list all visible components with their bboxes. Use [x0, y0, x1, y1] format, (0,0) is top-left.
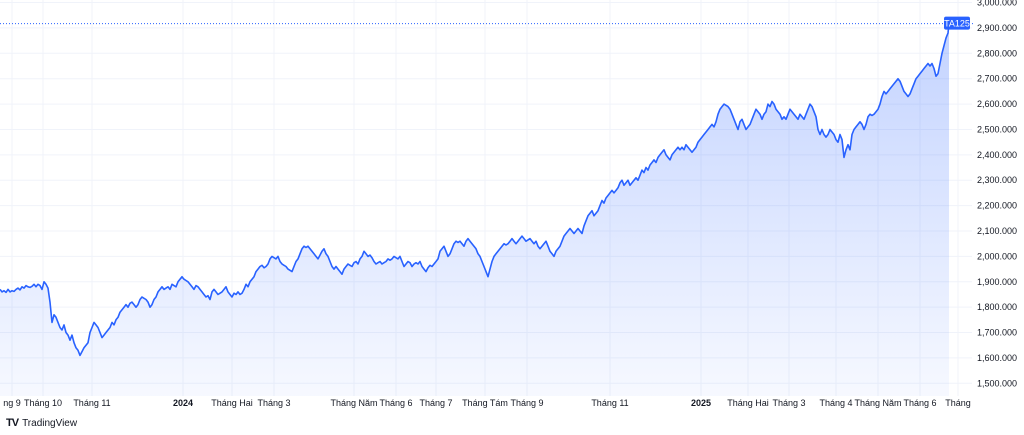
y-tick-label: 2,000.000 [977, 251, 1017, 261]
y-tick-label: 1,500.000 [977, 378, 1017, 388]
y-tick-label: 2,900.000 [977, 23, 1017, 33]
series-area [0, 23, 949, 396]
x-tick-label: Tháng 6 [903, 398, 936, 408]
y-tick-label: 1,800.000 [977, 302, 1017, 312]
y-tick-label: 2,100.000 [977, 226, 1017, 236]
tradingview-watermark[interactable]: TV TradingView [6, 417, 77, 429]
x-tick-label: Tháng Tám [462, 398, 508, 408]
x-tick-label: Tháng 7 [419, 398, 452, 408]
x-tick-label: Tháng 3 [257, 398, 290, 408]
y-tick-label: 2,800.000 [977, 48, 1017, 58]
y-tick-label: 2,700.000 [977, 74, 1017, 84]
y-tick-label: 2,600.000 [977, 99, 1017, 109]
y-tick-label: 2,400.000 [977, 150, 1017, 160]
tradingview-label: TradingView [22, 417, 78, 429]
series-area-fill [0, 23, 949, 396]
x-tick-label: Tháng Hai [211, 398, 253, 408]
y-tick-label: 2,500.000 [977, 124, 1017, 134]
x-tick-label: Tháng 6 [379, 398, 412, 408]
x-tick-label: 2025 [691, 398, 711, 408]
x-tick-label: 2024 [173, 398, 193, 408]
x-tick-label: Tháng 10 [24, 398, 62, 408]
y-axis[interactable]: 1,500.000 1,600.000 1,700.000 1,800.000 1,90… [977, 0, 1017, 388]
x-tick-label: Tháng [945, 398, 971, 408]
y-tick-label: 1,900.000 [977, 277, 1017, 287]
price-chart[interactable]: 1,500.000 1,600.000 1,700.000 1,800.000 1,90… [0, 0, 1024, 435]
y-tick-label: 2,200.000 [977, 201, 1017, 211]
x-tick-label: Tháng 4 [819, 398, 852, 408]
x-tick-label: Tháng 3 [772, 398, 805, 408]
x-tick-label: Tháng Năm [330, 398, 377, 408]
tradingview-logo-icon: TV [6, 417, 19, 429]
y-tick-label: 1,600.000 [977, 353, 1017, 363]
y-tick-label: 1,700.000 [977, 328, 1017, 338]
last-value-badge-label: TA125 [944, 19, 970, 29]
last-value-badge: TA125 [944, 16, 970, 30]
x-tick-label: ng 9 [3, 398, 21, 408]
y-tick-label: 3,000.000 [977, 0, 1017, 8]
y-tick-label: 2,300.000 [977, 175, 1017, 185]
x-tick-label: Tháng 11 [73, 398, 110, 408]
x-tick-label: Tháng 11 [591, 398, 628, 408]
x-tick-label: Tháng 9 [510, 398, 543, 408]
x-tick-label: Tháng Hai [727, 398, 769, 408]
x-axis[interactable]: ng 9 Tháng 10 Tháng 11 2024 Tháng Hai Tháng 3… [3, 398, 971, 408]
x-tick-label: Tháng Năm [854, 398, 901, 408]
